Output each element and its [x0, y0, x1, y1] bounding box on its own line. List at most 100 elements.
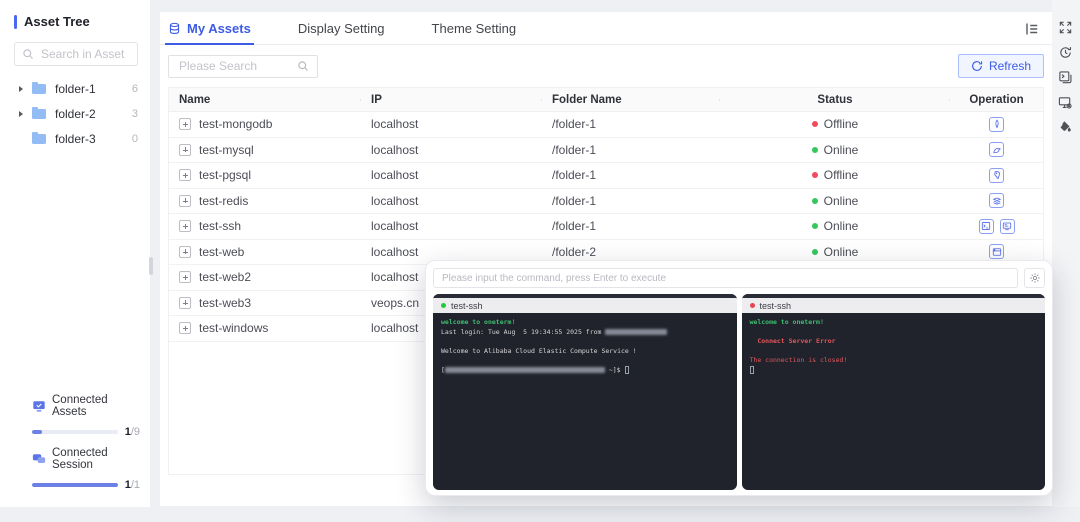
connection-status-dot-icon [750, 303, 755, 308]
asset-folder: /folder-1 [542, 219, 720, 233]
postgresql-icon[interactable] [989, 168, 1004, 183]
redacted-text [605, 329, 667, 335]
asset-operations [950, 117, 1043, 132]
list-settings-icon[interactable] [1024, 21, 1040, 37]
terminal-tab[interactable]: test-ssh [742, 298, 1046, 313]
fullscreen-icon[interactable] [1058, 20, 1074, 36]
my-assets-icon [168, 22, 181, 35]
asset-folder: /folder-1 [542, 194, 720, 208]
table-row[interactable]: test-mongodb localhost /folder-1 Offline [169, 112, 1043, 138]
tab-my-assets[interactable]: My Assets [168, 12, 251, 44]
asset-operations [950, 168, 1043, 183]
asset-name: test-windows [199, 321, 268, 335]
terminal-tab[interactable]: test-ssh [433, 298, 737, 313]
asset-search-box[interactable] [14, 42, 138, 66]
asset-ip: localhost [361, 219, 542, 233]
expand-row-icon[interactable] [179, 144, 191, 156]
sidebar-header: Asset Tree [14, 14, 150, 29]
asset-ip: localhost [361, 143, 542, 157]
redacted-text [445, 367, 605, 373]
expand-row-icon[interactable] [179, 322, 191, 334]
table-search-box[interactable] [168, 55, 318, 78]
expand-row-icon[interactable] [179, 220, 191, 232]
mysql-icon[interactable] [989, 142, 1004, 157]
browser-icon[interactable] [989, 244, 1004, 259]
refresh-icon [971, 60, 983, 72]
tree-item-folder-2[interactable]: folder-2 3 [0, 101, 150, 126]
asset-name: test-web3 [199, 296, 251, 310]
asset-ip: localhost [361, 194, 542, 208]
terminal-screen[interactable]: welcome to oneterm!Last login: Tue Aug 5… [433, 313, 737, 490]
table-toolbar: Refresh [160, 45, 1052, 87]
table-search-input[interactable] [177, 58, 292, 74]
mongodb-icon[interactable] [989, 117, 1004, 132]
stat-label: Connected Assets [52, 394, 140, 418]
asset-ip: localhost [361, 245, 542, 259]
tree-item-label: folder-1 [55, 82, 132, 96]
caret-right-icon[interactable] [19, 86, 23, 92]
terminal-panel[interactable]: test-ssh welcome to oneterm!Last login: … [433, 294, 737, 490]
expand-row-icon[interactable] [179, 297, 191, 309]
status-dot-icon [812, 147, 818, 153]
table-row[interactable]: test-mysql localhost /folder-1 Online [169, 138, 1043, 164]
tab-display-setting[interactable]: Display Setting [298, 12, 385, 44]
connected-assets-icon [32, 399, 46, 413]
expand-row-icon[interactable] [179, 246, 191, 258]
status-dot-icon [812, 198, 818, 204]
sidebar-splitter-handle[interactable] [149, 257, 153, 275]
tab-theme-setting[interactable]: Theme Setting [432, 12, 517, 44]
refresh-button[interactable]: Refresh [958, 54, 1044, 78]
theme-fill-icon[interactable] [1058, 120, 1074, 136]
status-dot-icon [812, 249, 818, 255]
right-toolbar-rail [1052, 0, 1080, 507]
expand-row-icon[interactable] [179, 195, 191, 207]
expand-row-icon[interactable] [179, 169, 191, 181]
caret-right-icon[interactable] [19, 111, 23, 117]
telnet-icon[interactable] [1000, 219, 1015, 234]
stat-progress-bar [32, 430, 118, 434]
title-accent-bar [14, 15, 17, 29]
asset-folder: /folder-1 [542, 117, 720, 131]
time-machine-icon[interactable] [1058, 45, 1074, 61]
status-dot-icon [812, 223, 818, 229]
caret-right-icon[interactable] [19, 136, 23, 142]
tree-item-folder-1[interactable]: folder-1 6 [0, 76, 150, 101]
ssh-terminal-icon[interactable] [979, 219, 994, 234]
asset-status: Online [720, 143, 950, 157]
terminal-dialog: test-ssh welcome to oneterm!Last login: … [425, 260, 1053, 496]
search-icon [297, 60, 309, 72]
expand-row-icon[interactable] [179, 118, 191, 130]
redis-icon[interactable] [989, 193, 1004, 208]
connection-stats: Connected Assets 1/9 Connected Session 1… [32, 385, 140, 491]
table-row[interactable]: test-redis localhost /folder-1 Online [169, 189, 1043, 215]
column-header-ip: IP [361, 94, 542, 106]
column-header-name: Name [169, 94, 361, 106]
asset-name: test-web2 [199, 270, 251, 284]
asset-status: Online [720, 194, 950, 208]
asset-search-input[interactable] [39, 46, 130, 62]
asset-status: Offline [720, 117, 950, 131]
asset-folder: /folder-2 [542, 245, 720, 259]
status-dot-icon [812, 121, 818, 127]
asset-tree-panel: Asset Tree folder-1 6 folder-2 3 folder-… [0, 0, 150, 507]
tree-item-folder-3[interactable]: folder-3 0 [0, 126, 150, 151]
tree-item-label: folder-3 [55, 132, 132, 146]
session-setting-icon[interactable] [1058, 95, 1074, 111]
folder-icon [32, 134, 46, 144]
asset-name: test-web [199, 245, 244, 259]
command-input[interactable] [433, 268, 1018, 288]
stat-value: 1/9 [125, 426, 140, 438]
command-settings-icon[interactable] [1024, 268, 1045, 288]
column-header-status: Status [720, 94, 950, 106]
table-row[interactable]: test-ssh localhost /folder-1 Online [169, 214, 1043, 240]
tree-item-label: folder-2 [55, 107, 132, 121]
asset-operations [950, 142, 1043, 157]
terminal-window-icon[interactable] [1058, 70, 1074, 86]
terminal-tab-label: test-ssh [760, 301, 792, 311]
terminal-panel[interactable]: test-ssh welcome to oneterm! Connect Ser… [742, 294, 1046, 490]
expand-row-icon[interactable] [179, 271, 191, 283]
terminal-screen[interactable]: welcome to oneterm! Connect Server Error… [742, 313, 1046, 490]
table-row[interactable]: test-pgsql localhost /folder-1 Offline [169, 163, 1043, 189]
connection-status-dot-icon [441, 303, 446, 308]
terminal-cursor [625, 366, 630, 374]
